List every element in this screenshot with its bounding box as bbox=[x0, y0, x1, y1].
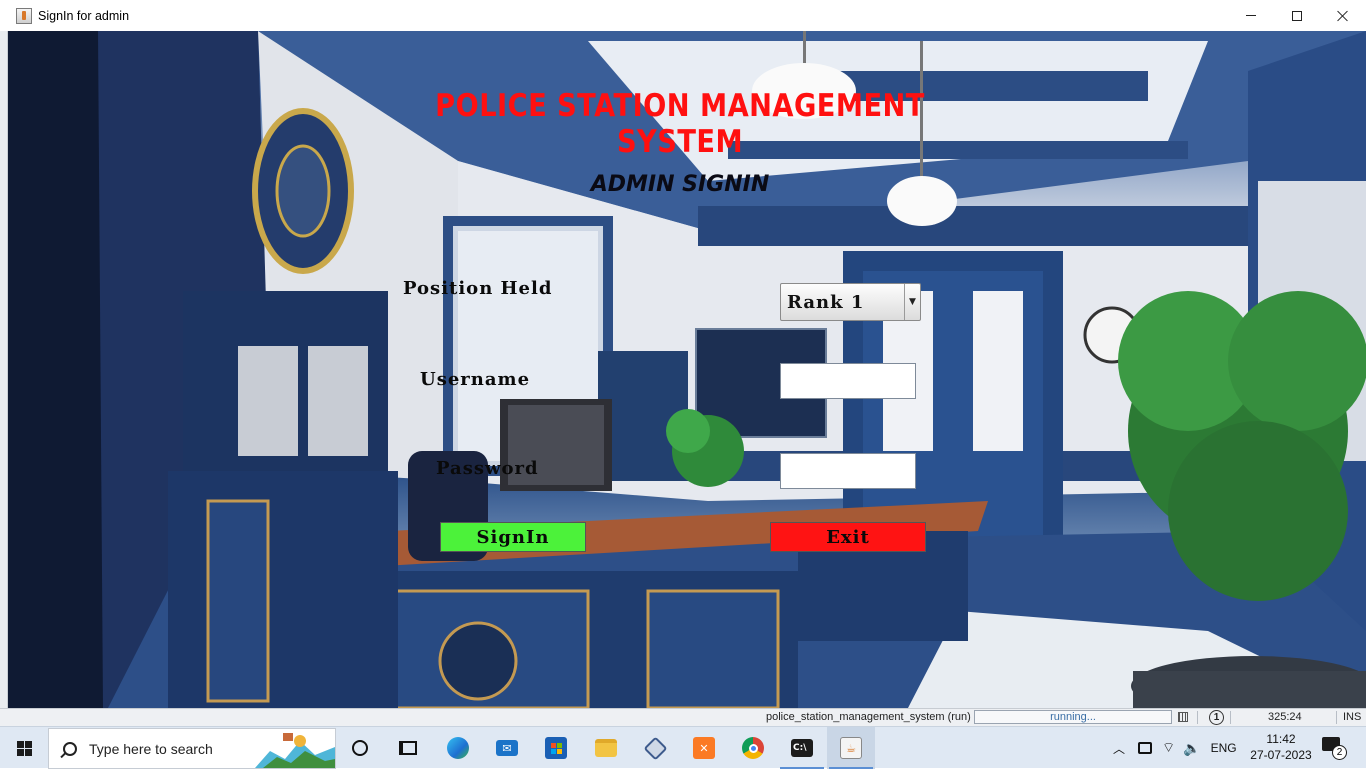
taskbar-edge[interactable] bbox=[434, 727, 482, 769]
taskbar-store[interactable] bbox=[532, 727, 580, 769]
windows-logo-icon bbox=[16, 740, 32, 756]
task-view-button[interactable] bbox=[384, 727, 432, 769]
search-placeholder: Type here to search bbox=[89, 740, 213, 757]
clock-time: 11:42 bbox=[1266, 732, 1296, 746]
ide-status-bar: police_station_management_system (run) r… bbox=[0, 708, 1366, 726]
window-controls bbox=[1228, 0, 1366, 31]
search-icon bbox=[63, 741, 77, 756]
show-hidden-icons-icon[interactable]: ︿ bbox=[1112, 740, 1126, 757]
search-highlight-art bbox=[255, 733, 335, 768]
taskbar-clock[interactable]: 11:42 27-07-2023 bbox=[1250, 731, 1312, 763]
run-progress-bar[interactable]: running... bbox=[974, 710, 1172, 724]
mail-icon: ✉ bbox=[496, 740, 518, 756]
caret-position: 325:24 bbox=[1268, 711, 1302, 723]
memory-icon[interactable] bbox=[1178, 712, 1188, 722]
password-input[interactable] bbox=[780, 453, 916, 489]
window-title: SignIn for admin bbox=[38, 8, 130, 23]
action-center-button[interactable]: 2 bbox=[1322, 737, 1347, 760]
taskbar-chrome[interactable] bbox=[729, 727, 777, 769]
insert-mode: INS bbox=[1343, 711, 1362, 723]
window-titlebar: SignIn for admin bbox=[0, 0, 1366, 31]
police-office-background: POLICE STATION MANAGEMENT SYSTEM ADMIN S… bbox=[8, 31, 1366, 708]
system-title: POLICE STATION MANAGEMENT SYSTEM bbox=[435, 88, 925, 160]
notification-badge[interactable]: 1 bbox=[1209, 710, 1224, 725]
minimize-icon bbox=[1246, 15, 1256, 16]
taskbar-virtualbox[interactable] bbox=[631, 727, 679, 769]
taskbar-xampp[interactable]: ✕ bbox=[680, 727, 728, 769]
status-separator bbox=[1197, 711, 1198, 724]
edge-icon bbox=[447, 737, 469, 759]
volume-icon[interactable]: 🔈 bbox=[1183, 740, 1200, 757]
taskbar-terminal[interactable]: C:\ bbox=[778, 727, 826, 769]
admin-signin-heading: ADMIN SIGNIN bbox=[590, 172, 770, 197]
terminal-icon: C:\ bbox=[791, 739, 813, 757]
status-separator bbox=[1230, 711, 1231, 724]
cortana-button[interactable] bbox=[336, 727, 384, 769]
maximize-icon bbox=[1292, 10, 1302, 21]
xampp-icon: ✕ bbox=[693, 737, 715, 759]
signin-button[interactable]: SignIn bbox=[440, 522, 586, 552]
run-project-label[interactable]: police_station_management_system (run) bbox=[766, 711, 971, 723]
file-explorer-icon bbox=[595, 739, 617, 757]
rank-dropdown[interactable]: Rank 1 ▼ bbox=[780, 283, 921, 321]
java-app-icon bbox=[16, 7, 32, 24]
java-icon: ☕ bbox=[840, 737, 862, 759]
clock-date: 27-07-2023 bbox=[1250, 748, 1312, 762]
chrome-icon bbox=[742, 737, 764, 759]
language-indicator[interactable]: ENG bbox=[1211, 741, 1237, 755]
rank-selected-value: Rank 1 bbox=[787, 291, 865, 313]
network-icon[interactable]: ⌔ bbox=[1162, 739, 1175, 757]
store-icon bbox=[545, 737, 567, 759]
taskbar-file-explorer[interactable] bbox=[582, 727, 630, 769]
cortana-icon bbox=[352, 740, 368, 756]
minimize-button[interactable] bbox=[1228, 0, 1274, 31]
ide-edge-strip bbox=[0, 31, 8, 708]
username-label: Username bbox=[420, 369, 531, 390]
password-label: Password bbox=[436, 458, 539, 479]
username-input[interactable] bbox=[780, 363, 916, 399]
exit-button[interactable]: Exit bbox=[770, 522, 926, 552]
taskbar-mail[interactable]: ✉ bbox=[483, 727, 531, 769]
taskbar-java-app[interactable]: ☕ bbox=[827, 727, 875, 769]
notification-count: 2 bbox=[1332, 745, 1347, 760]
windows-taskbar: Type here to search ✉ ✕ C:\ ☕ ︿ ⌔ 🔈 ENG … bbox=[0, 726, 1366, 769]
close-icon bbox=[1337, 10, 1349, 22]
system-tray: ︿ ⌔ 🔈 ENG bbox=[1112, 727, 1237, 769]
start-button[interactable] bbox=[0, 727, 48, 769]
status-separator bbox=[1336, 711, 1337, 724]
close-button[interactable] bbox=[1320, 0, 1366, 31]
virtualbox-icon bbox=[642, 735, 668, 761]
position-held-label: Position Held bbox=[403, 278, 553, 299]
dropdown-arrow-icon[interactable]: ▼ bbox=[904, 284, 920, 320]
meet-now-icon[interactable] bbox=[1138, 742, 1152, 754]
maximize-button[interactable] bbox=[1274, 0, 1320, 31]
task-view-icon bbox=[399, 741, 417, 755]
taskbar-search[interactable]: Type here to search bbox=[48, 728, 336, 769]
